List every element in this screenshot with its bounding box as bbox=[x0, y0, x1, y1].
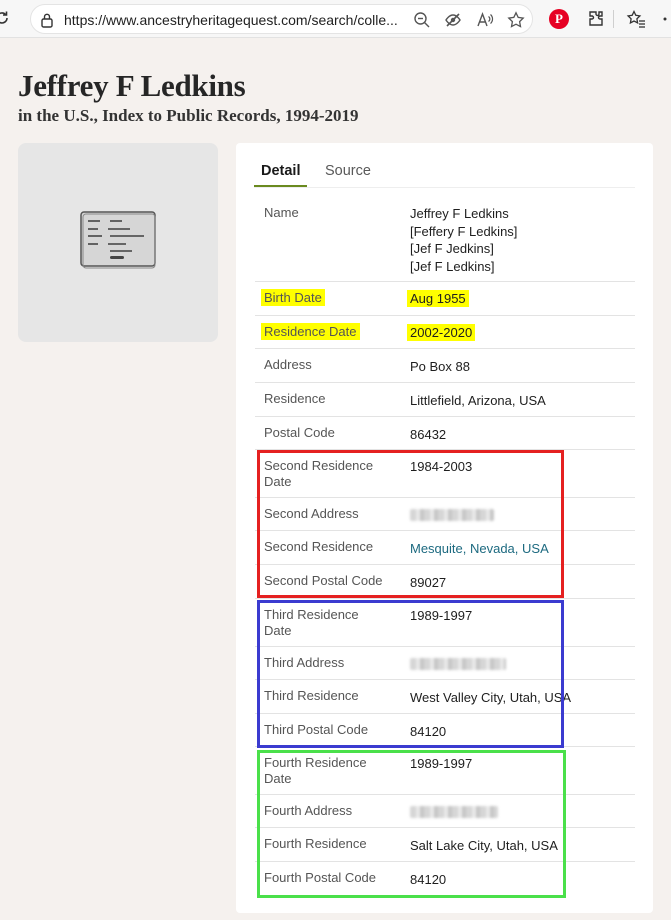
field-label: Fourth Residence bbox=[264, 836, 367, 851]
field-value bbox=[410, 655, 640, 675]
browser-toolbar: https://www.ancestryheritagequest.com/se… bbox=[0, 0, 671, 38]
overflow-icon[interactable] bbox=[660, 9, 671, 29]
active-tab-indicator bbox=[254, 185, 307, 187]
field-label: Second Postal Code bbox=[264, 573, 383, 588]
row-third-postal-code: Third Postal Code 84120 bbox=[255, 714, 635, 747]
residence-link[interactable]: Mesquite, Nevada, USA bbox=[410, 540, 640, 558]
name-alternate: [Jef F Ledkins] bbox=[410, 258, 495, 274]
row-third-residence-date: Third Residence Date 1989-1997 bbox=[255, 599, 635, 647]
row-name: Name Jeffrey F Ledkins [Feffery F Ledkin… bbox=[255, 195, 635, 282]
record-image-card[interactable] bbox=[18, 143, 218, 342]
collection-subtitle: in the U.S., Index to Public Records, 19… bbox=[18, 106, 359, 125]
zoom-out-icon[interactable] bbox=[413, 11, 431, 29]
field-label: Third Residence Date bbox=[264, 607, 359, 638]
page-title: Jeffrey F Ledkins bbox=[18, 68, 246, 103]
field-value: 1989-1997 bbox=[410, 756, 473, 771]
field-value bbox=[410, 506, 640, 526]
row-second-residence-date: Second Residence Date 1984-2003 bbox=[255, 450, 635, 498]
field-label: Address bbox=[264, 357, 312, 372]
record-detail-panel: Detail Source Name Jeffrey F Ledkins [Fe… bbox=[236, 143, 653, 913]
field-value: 1984-2003 bbox=[410, 459, 473, 474]
address-bar[interactable]: https://www.ancestryheritagequest.com/se… bbox=[30, 4, 533, 34]
reload-icon[interactable] bbox=[0, 10, 10, 26]
row-third-address: Third Address bbox=[255, 647, 635, 680]
tracking-prevention-icon[interactable] bbox=[444, 11, 462, 29]
field-value: 2002-2020 bbox=[407, 324, 476, 341]
row-second-address: Second Address bbox=[255, 498, 635, 531]
tabs-divider bbox=[254, 187, 635, 188]
name-primary: Jeffrey F Ledkins bbox=[410, 206, 509, 221]
field-label: Third Residence bbox=[264, 688, 359, 703]
tab-source[interactable]: Source bbox=[325, 163, 371, 179]
field-value: West Valley City, Utah, USA bbox=[410, 690, 572, 705]
field-value: 86432 bbox=[410, 427, 447, 442]
row-fourth-address: Fourth Address bbox=[255, 795, 635, 828]
row-address: Address Po Box 88 bbox=[255, 349, 635, 383]
name-alternate: [Jef F Jedkins] bbox=[410, 241, 494, 256]
field-label: Fourth Residence Date bbox=[264, 755, 367, 786]
url-text[interactable]: https://www.ancestryheritagequest.com/se… bbox=[64, 12, 404, 28]
row-fourth-postal-code: Fourth Postal Code 84120 bbox=[255, 862, 635, 896]
redacted-value bbox=[410, 806, 498, 818]
name-alternate: [Feffery F Ledkins] bbox=[410, 223, 518, 239]
toolbar-divider bbox=[613, 10, 614, 28]
field-value bbox=[410, 803, 640, 823]
redacted-value bbox=[410, 509, 494, 521]
redacted-value bbox=[410, 658, 506, 670]
row-residence-date: Residence Date 2002-2020 bbox=[255, 316, 635, 349]
row-fourth-residence: Fourth Residence Salt Lake City, Utah, U… bbox=[255, 828, 635, 862]
field-value: 84120 bbox=[410, 872, 447, 887]
row-second-residence: Second Residence Mesquite, Nevada, USA bbox=[255, 531, 635, 565]
extensions-icon[interactable] bbox=[586, 9, 606, 29]
row-postal-code: Postal Code 86432 bbox=[255, 417, 635, 450]
field-label: Postal Code bbox=[264, 425, 335, 440]
row-third-residence: Third Residence West Valley City, Utah, … bbox=[255, 680, 635, 714]
field-label: Residence bbox=[264, 391, 326, 406]
favorite-star-icon[interactable] bbox=[507, 11, 525, 29]
field-label: Second Residence bbox=[264, 539, 374, 554]
field-value: Aug 1955 bbox=[407, 290, 469, 307]
record-document-icon bbox=[80, 211, 156, 269]
field-value: 1989-1997 bbox=[410, 608, 473, 623]
row-second-postal-code: Second Postal Code 89027 bbox=[255, 565, 635, 599]
field-value: Jeffrey F Ledkins [Feffery F Ledkins] [J… bbox=[410, 205, 640, 275]
field-value: Po Box 88 bbox=[410, 359, 470, 374]
field-label: Second Residence Date bbox=[264, 458, 374, 489]
read-aloud-icon[interactable] bbox=[476, 11, 494, 29]
row-residence: Residence Littlefield, Arizona, USA bbox=[255, 383, 635, 417]
field-label: Fourth Address bbox=[264, 803, 353, 818]
field-label: Third Address bbox=[264, 655, 345, 670]
field-label: Residence Date bbox=[261, 323, 360, 340]
field-value: Littlefield, Arizona, USA bbox=[410, 393, 546, 408]
field-label: Birth Date bbox=[261, 289, 325, 306]
field-value: 89027 bbox=[410, 575, 447, 590]
tab-detail[interactable]: Detail bbox=[261, 163, 301, 179]
field-label: Second Address bbox=[264, 506, 359, 521]
lock-icon[interactable] bbox=[40, 12, 54, 28]
field-value: Salt Lake City, Utah, USA bbox=[410, 838, 558, 853]
field-value: 84120 bbox=[410, 724, 447, 739]
pinterest-icon[interactable]: P bbox=[549, 9, 569, 29]
favorites-icon[interactable] bbox=[626, 9, 646, 29]
field-label: Third Postal Code bbox=[264, 722, 369, 737]
row-fourth-residence-date: Fourth Residence Date 1989-1997 bbox=[255, 747, 635, 795]
field-label: Name bbox=[264, 205, 299, 220]
field-label: Fourth Postal Code bbox=[264, 870, 377, 885]
row-birth-date: Birth Date Aug 1955 bbox=[255, 282, 635, 316]
